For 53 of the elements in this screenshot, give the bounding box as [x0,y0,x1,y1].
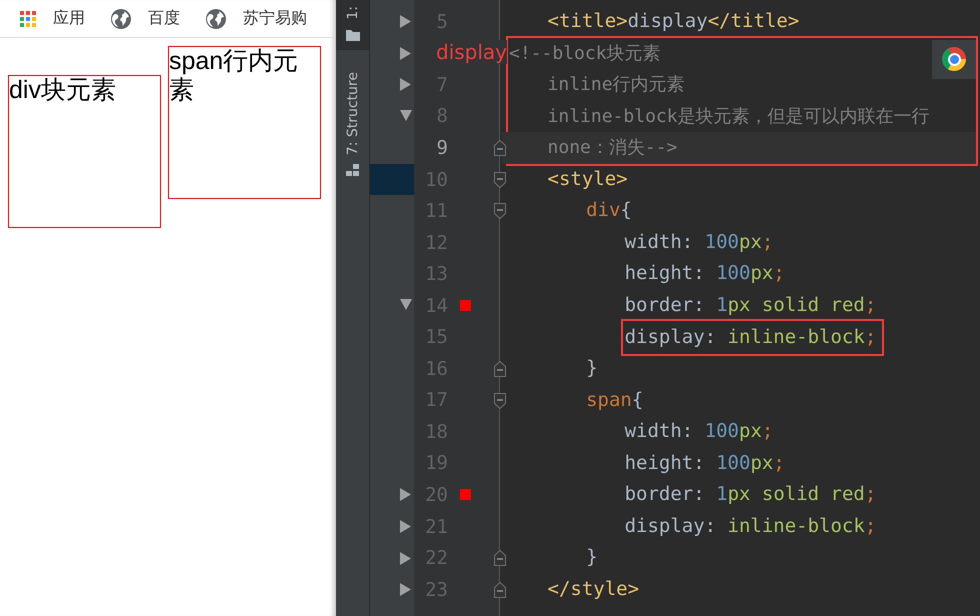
code-line: div{ [586,198,632,224]
expand-arrow-icon[interactable] [400,583,412,596]
code-line: inline行内元素 [548,73,685,98]
code-line: display: inline-block; [624,514,876,539]
globe-icon [111,8,131,28]
apps-grid-icon [20,10,36,26]
tool-window-tab[interactable]: 1: [336,0,369,50]
expand-arrow-icon[interactable] [400,488,412,502]
code-line: border: 1px solid red; [624,482,876,508]
bookmark[interactable]: 应用 [20,8,85,29]
expand-arrow-icon[interactable] [400,78,412,92]
structure-icon [346,162,360,177]
bordered-text-box: div块元素 [8,74,161,228]
code-line: width: 100px; [624,419,774,444]
annotation-label: display [436,40,508,64]
code-line: width: 100px; [624,230,774,255]
code-line: inline-block是块元素，但是可以内联在一行 [548,104,930,129]
code-line: <!--block块元素 [509,42,661,66]
code-line: </style> [548,576,640,602]
browser-icon [942,47,966,72]
bookmark[interactable]: 苏宁易购 [206,8,307,29]
folder-icon [346,28,360,42]
code-line: <title>display</title> [548,9,800,34]
bordered-text-box: span行内元素 [168,46,321,199]
code-line: <style> [548,166,628,192]
line-number: 9 [436,136,448,159]
code-line: none：消失--> [548,136,678,160]
code-line: span{ [586,388,644,413]
code-line: height: 100px; [624,261,785,286]
globe-icon [206,8,226,28]
expand-arrow-icon[interactable] [400,46,412,60]
browser-button[interactable] [932,40,976,79]
fold-icon[interactable] [494,172,506,188]
fold-icon[interactable] [494,203,506,220]
expand-arrow-icon[interactable] [400,15,412,28]
color-swatch-icon[interactable] [460,300,471,312]
bookmark[interactable]: 百度 [111,8,180,29]
color-swatch-icon[interactable] [460,489,471,500]
unfold-icon[interactable] [494,140,506,156]
collapse-arrow-icon[interactable] [400,299,412,312]
code-line: height: 100px; [624,450,785,476]
expand-arrow-icon[interactable] [400,520,412,534]
code-line: border: 1px solid red; [624,292,876,318]
code-line: } [586,356,598,382]
code-line: } [586,545,598,570]
unfold-icon[interactable] [494,361,506,378]
fold-icon[interactable] [494,392,506,409]
tool-window-tab[interactable]: 7: Structure [336,66,369,185]
expand-arrow-icon[interactable] [400,552,412,565]
unfold-icon[interactable] [494,582,506,598]
collapse-arrow-icon[interactable] [400,110,412,123]
unfold-icon[interactable] [494,550,506,566]
highlight-box: display: inline-block; [620,318,884,356]
